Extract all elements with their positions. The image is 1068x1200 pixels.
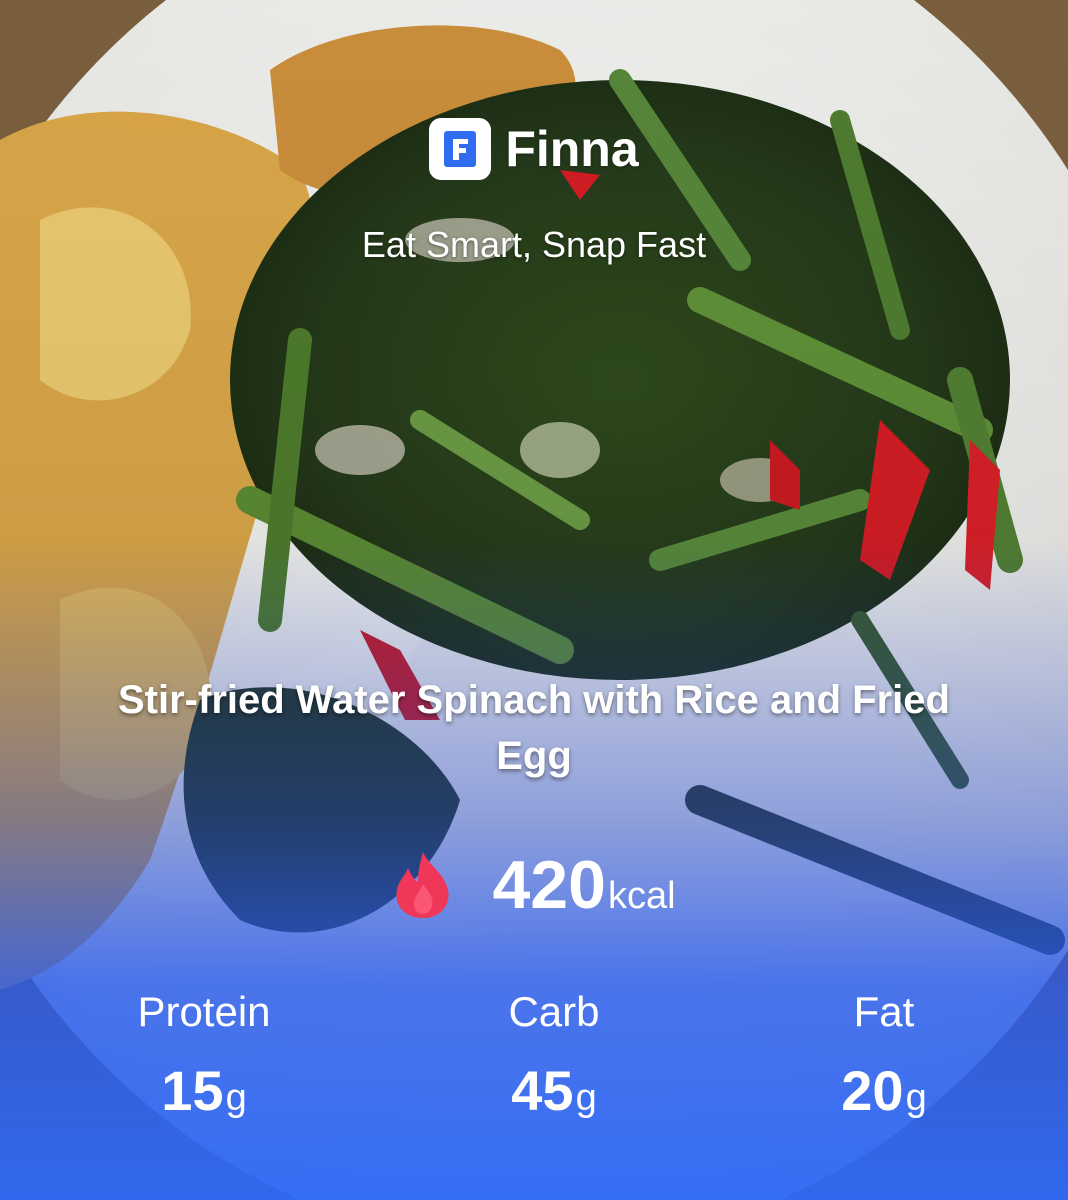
finna-logo-icon	[429, 118, 492, 180]
macro-label: Fat	[853, 988, 915, 1035]
brand-header: Finna	[0, 118, 1068, 180]
macro-value: 45	[511, 1059, 574, 1122]
calorie-value: 420	[492, 847, 606, 923]
macro-protein: Protein 15 g	[54, 988, 354, 1123]
calorie-unit: kcal	[607, 875, 676, 917]
macro-label: Protein	[137, 988, 271, 1035]
dish-title: Stir-fried Water Spinach with Rice and F…	[118, 678, 950, 778]
macro-unit: g	[905, 1077, 927, 1119]
macro-value: 15	[161, 1059, 224, 1122]
flame-icon	[396, 852, 449, 918]
macro-carb: Carb 45 g	[404, 988, 704, 1123]
calorie-display: 420 kcal	[0, 846, 1068, 924]
macro-unit: g	[225, 1077, 247, 1119]
macro-label: Carb	[508, 988, 600, 1035]
macro-value: 20	[841, 1059, 904, 1122]
macro-unit: g	[575, 1077, 597, 1119]
app-name: Finna	[505, 121, 639, 177]
macro-fat: Fat 20 g	[734, 988, 1034, 1123]
letter-f-logo	[444, 131, 477, 167]
app-tagline: Eat Smart, Snap Fast	[361, 224, 707, 265]
